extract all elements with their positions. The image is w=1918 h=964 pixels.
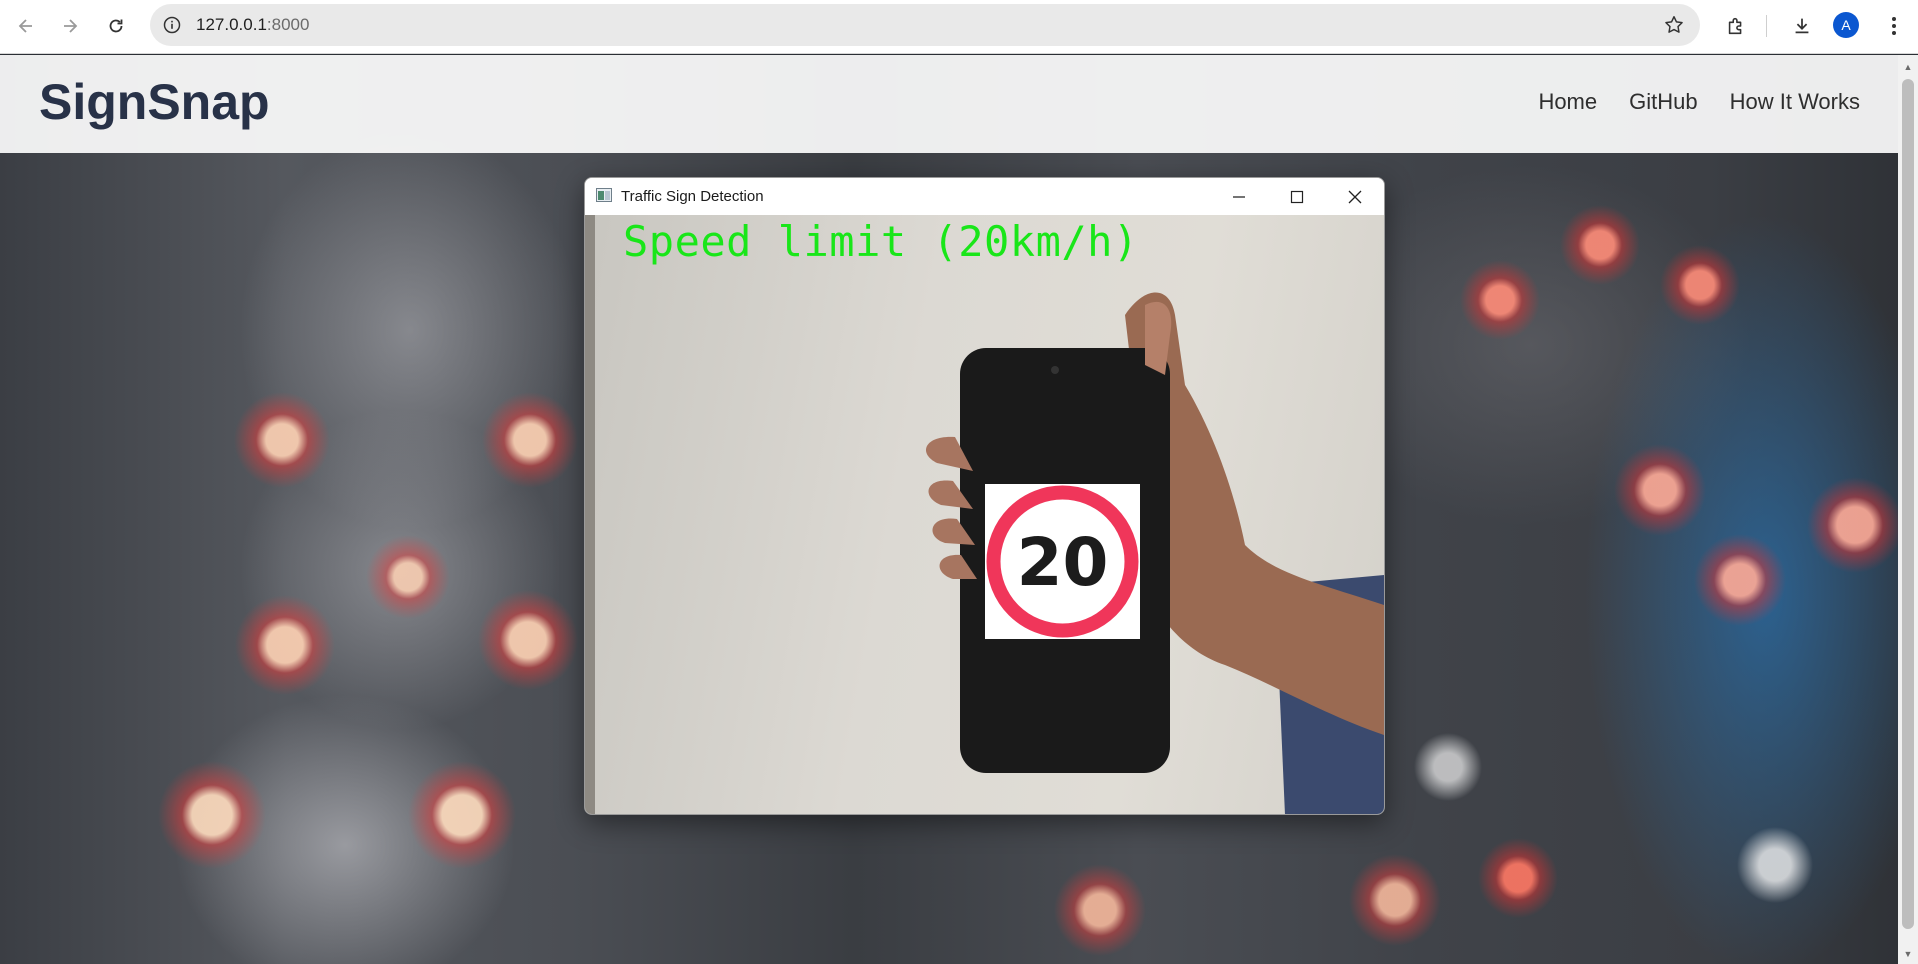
forward-arrow-icon [64, 19, 78, 33]
minimize-icon [1233, 195, 1245, 198]
app-window-icon [596, 188, 612, 202]
nav-link-github[interactable]: GitHub [1629, 91, 1697, 113]
maximize-button[interactable] [1268, 178, 1326, 215]
toolbar-separator [1766, 15, 1767, 37]
detection-window: Traffic Sign Detection 20 Speed limit (2… [584, 177, 1385, 815]
profile-avatar[interactable]: A [1833, 12, 1859, 38]
download-icon [1795, 18, 1809, 34]
nav-link-how-it-works[interactable]: How It Works [1730, 91, 1860, 113]
bookmark-star-icon[interactable] [1662, 13, 1686, 37]
reload-icon [109, 19, 123, 33]
forward-button[interactable] [52, 8, 88, 44]
maximize-icon [1290, 190, 1304, 203]
nav-link-home[interactable]: Home [1538, 91, 1597, 113]
back-button[interactable] [8, 8, 44, 44]
site-header: SignSnap Home GitHub How It Works [0, 55, 1898, 153]
page-scrollbar[interactable]: ▲ ▼ [1898, 55, 1918, 964]
site-logo[interactable]: SignSnap [39, 77, 270, 127]
downloads-button[interactable] [1784, 8, 1820, 44]
browser-toolbar: 127.0.0.1:8000 A [0, 0, 1918, 54]
close-icon [1348, 190, 1362, 203]
reload-button[interactable] [98, 8, 134, 44]
scroll-down-icon[interactable]: ▼ [1902, 948, 1914, 960]
browser-menu-button[interactable] [1876, 8, 1912, 44]
camera-frame: 20 Speed limit (20km/h) [585, 215, 1384, 814]
close-button[interactable] [1326, 178, 1384, 215]
url-host: 127.0.0.1 [196, 15, 267, 34]
minimize-button[interactable] [1210, 178, 1268, 215]
window-title: Traffic Sign Detection [621, 188, 764, 205]
window-titlebar[interactable]: Traffic Sign Detection [585, 178, 1384, 215]
extensions-button[interactable] [1718, 8, 1754, 44]
url-text[interactable]: 127.0.0.1:8000 [196, 15, 309, 35]
scroll-up-icon[interactable]: ▲ [1902, 61, 1914, 73]
url-port: :8000 [266, 15, 310, 34]
address-bar[interactable]: 127.0.0.1:8000 [150, 4, 1700, 46]
camera-scene: 20 [585, 215, 1384, 814]
scrollbar-thumb[interactable] [1902, 79, 1914, 929]
kebab-menu-icon [1892, 17, 1896, 35]
site-info-icon[interactable] [160, 13, 184, 37]
detection-label: Speed limit (20km/h) [623, 217, 1139, 266]
sign-number: 20 [1017, 524, 1109, 601]
site-nav: Home GitHub How It Works [1538, 91, 1860, 113]
back-arrow-icon [18, 19, 32, 33]
puzzle-icon [1728, 17, 1742, 35]
